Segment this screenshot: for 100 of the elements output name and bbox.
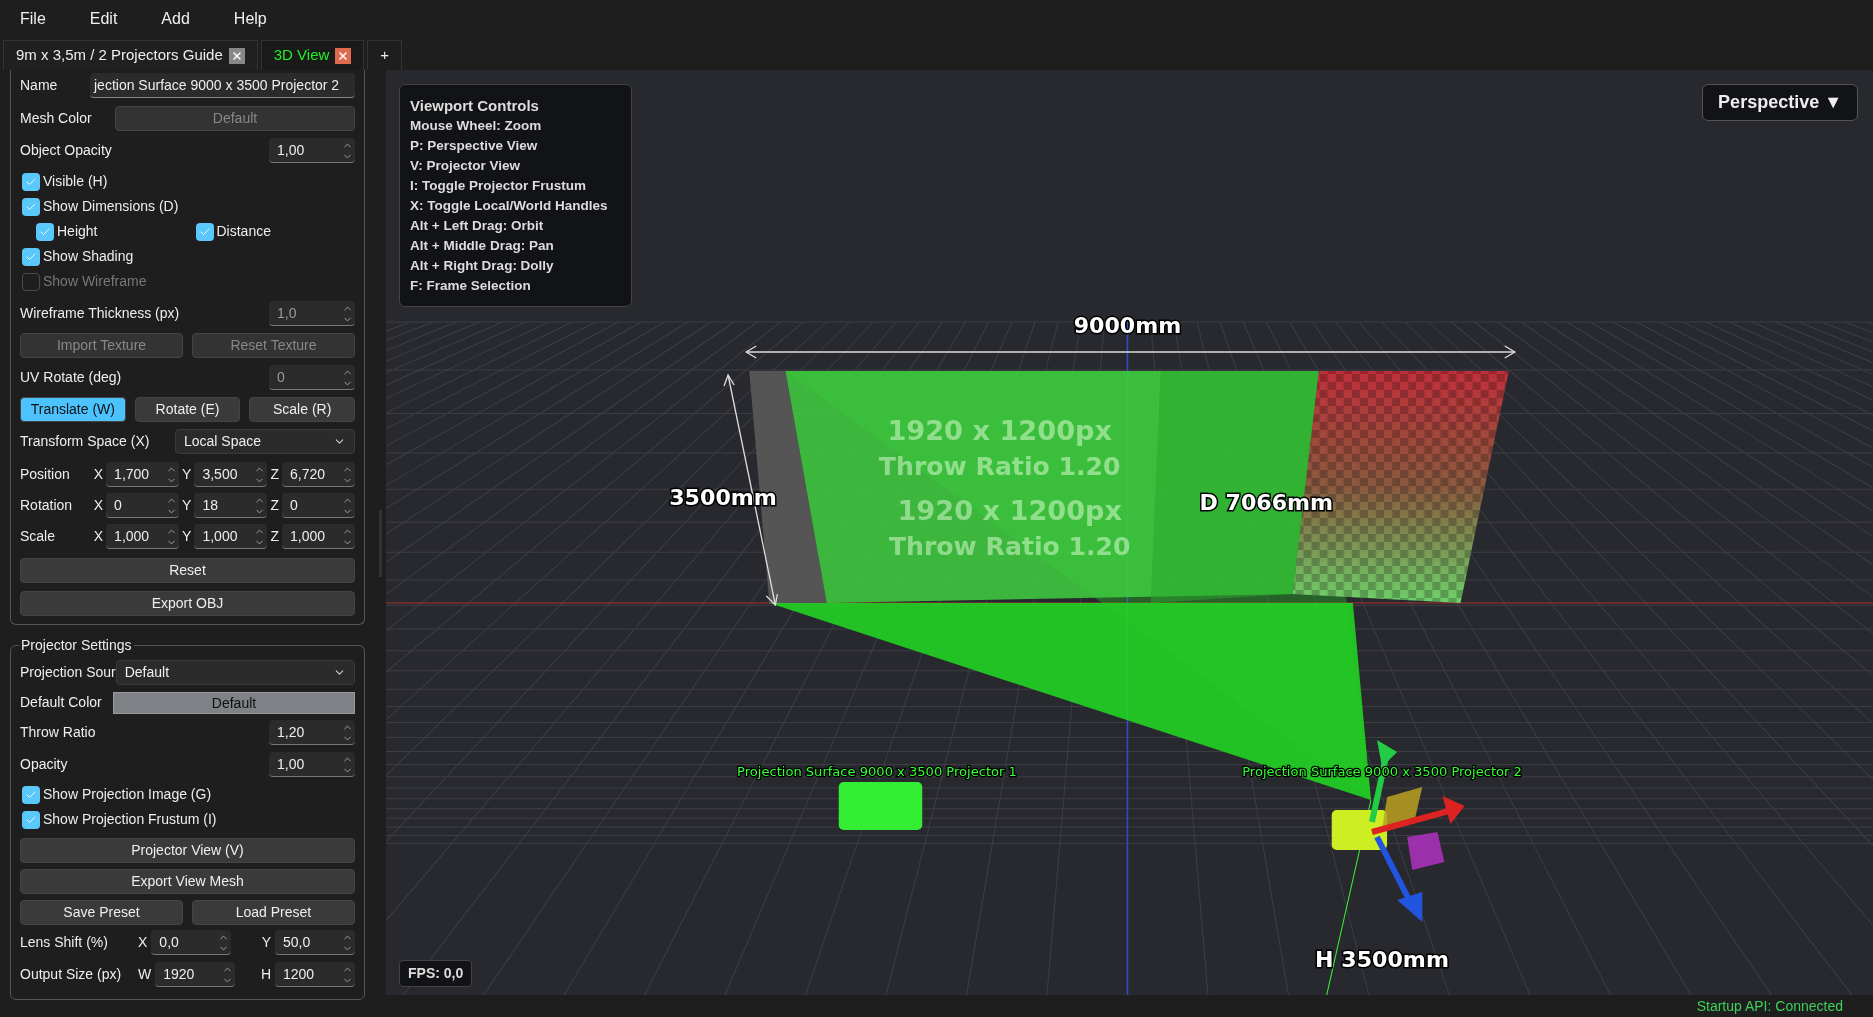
number-field[interactable]: 1,20 <box>269 720 355 745</box>
axis-label: Y <box>182 496 192 515</box>
button[interactable]: Translate (W) <box>20 397 126 422</box>
checkbox-label: Distance <box>216 222 271 241</box>
axis-label: H <box>260 965 271 984</box>
field-label: Projection Sour <box>20 663 116 682</box>
axis-label: Y <box>182 465 192 484</box>
close-icon[interactable] <box>228 47 245 64</box>
field-label: UV Rotate (deg) <box>20 368 122 387</box>
checkbox[interactable] <box>22 172 40 191</box>
shortcut-text: Alt + Right Drag: Dolly <box>410 257 555 275</box>
axis-label: X <box>138 933 148 952</box>
shortcut-text: F: Frame Selection <box>410 277 532 295</box>
checkbox-label: Show Shading <box>43 247 134 266</box>
field-label: Default Color <box>20 693 102 712</box>
number-field[interactable]: 0 <box>282 493 355 518</box>
field-label: Output Size (px) <box>20 965 123 984</box>
checkbox-label: Height <box>57 222 98 241</box>
menu-item[interactable]: Edit <box>89 7 118 31</box>
button[interactable]: Export View Mesh <box>20 869 355 894</box>
number-field[interactable]: 1,000 <box>194 524 268 549</box>
field-label: Transform Space (X) <box>20 432 150 451</box>
button[interactable]: Rotate (E) <box>134 397 241 422</box>
object-label: Projection Surface 9000 x 3500 Projector 1 <box>737 764 1017 779</box>
button[interactable]: Reset <box>20 558 355 583</box>
shortcut-text: X: Toggle Local/World Handles <box>410 197 609 215</box>
projection-overlay-text: 1920 x 1200px <box>887 415 1112 446</box>
projection-overlay-text: Throw Ratio 1.20 <box>888 532 1131 561</box>
field-label: Name <box>20 76 58 95</box>
button[interactable]: Projector View (V) <box>20 838 355 863</box>
checkbox[interactable] <box>22 810 40 829</box>
button[interactable]: Load Preset <box>192 900 355 925</box>
dropdown[interactable]: Default <box>115 660 355 685</box>
axis-label: Y <box>182 527 192 546</box>
button[interactable]: Save Preset <box>20 900 183 925</box>
menu-item[interactable]: File <box>20 7 46 31</box>
checkbox[interactable] <box>36 222 54 241</box>
tab[interactable]: 9m x 3,5m / 2 Projectors Guide <box>3 40 258 70</box>
projection-overlay-text: Throw Ratio 1.20 <box>878 452 1121 481</box>
checkbox[interactable] <box>195 222 214 241</box>
number-field[interactable]: 1,700 <box>106 462 180 487</box>
dropdown[interactable]: Local Space <box>175 429 355 454</box>
shortcut-text: Mouse Wheel: Zoom <box>410 117 543 135</box>
dimension-label: H 3500mm <box>1315 947 1449 972</box>
shortcut-text: V: Projector View <box>410 157 522 175</box>
panel-title: Viewport Controls <box>410 96 540 116</box>
name-field[interactable]: jection Surface 9000 x 3500 Projector 2 <box>90 73 355 98</box>
number-field[interactable]: 1,00 <box>269 138 355 163</box>
number-field[interactable]: 3,500 <box>194 462 268 487</box>
axis-label: Y <box>261 933 271 952</box>
menu-item[interactable]: Help <box>233 7 267 31</box>
fps-counter: FPS: 0,0 <box>399 960 473 987</box>
axis-label: X <box>93 496 104 515</box>
number-field[interactable]: 0,0 <box>151 930 232 955</box>
axis-label: Z <box>270 496 279 515</box>
tab[interactable]: 3D View <box>260 40 365 70</box>
shortcut-text: P: Perspective View <box>410 137 539 155</box>
axis-label: Z <box>270 465 279 484</box>
button[interactable]: Scale (R) <box>249 397 355 422</box>
field-label: Wireframe Thickness (px) <box>20 304 180 323</box>
field-label: Mesh Color <box>20 109 92 128</box>
checkbox-label: Show Wireframe <box>43 272 147 291</box>
checkbox-label: Visible (H) <box>43 172 108 191</box>
menu-item[interactable]: Add <box>161 7 190 31</box>
shortcut-text: I: Toggle Projector Frustum <box>410 177 587 195</box>
checkbox-label: Show Projection Image (G) <box>43 785 212 804</box>
field-label: Rotation <box>20 496 74 515</box>
shortcut-text: Alt + Middle Drag: Pan <box>410 237 555 255</box>
viewport[interactable] <box>386 70 1873 995</box>
field-label: Position <box>20 465 71 484</box>
view-mode-dropdown[interactable]: Perspective ▼ <box>1702 84 1858 121</box>
axis-label: X <box>93 527 104 546</box>
number-field[interactable]: 18 <box>194 493 268 518</box>
number-field[interactable]: 1920 <box>155 962 236 987</box>
close-icon[interactable] <box>335 47 352 64</box>
axis-label: X <box>93 465 104 484</box>
number-field[interactable]: 1,00 <box>269 752 355 777</box>
number-field[interactable]: 1,000 <box>106 524 180 549</box>
color-button[interactable]: Default <box>113 691 355 714</box>
checkbox-label: Show Dimensions (D) <box>43 197 179 216</box>
checkbox[interactable] <box>22 197 40 216</box>
checkbox-label: Show Projection Frustum (I) <box>43 810 217 829</box>
field-label: Object Opacity <box>20 141 112 160</box>
axis-label: W <box>138 965 152 984</box>
checkbox[interactable] <box>22 785 40 804</box>
status-text: Startup API: Connected <box>1696 996 1843 1016</box>
shortcut-text: Alt + Left Drag: Orbit <box>410 217 545 235</box>
number-field[interactable]: 50,0 <box>275 930 355 955</box>
field-label: Opacity <box>20 755 68 774</box>
axis-label: Z <box>270 527 279 546</box>
checkbox[interactable] <box>22 247 40 266</box>
field-label: Lens Shift (%) <box>20 933 109 952</box>
number-field[interactable]: 1200 <box>275 962 355 987</box>
dimension-label: D 7066mm <box>1199 490 1334 515</box>
field-label: Throw Ratio <box>20 723 96 742</box>
field-label: Scale <box>20 527 57 546</box>
number-field[interactable]: 6,720 <box>282 462 355 487</box>
number-field[interactable]: 0 <box>106 493 180 518</box>
button[interactable]: Export OBJ <box>20 591 355 616</box>
number-field[interactable]: 1,000 <box>282 524 355 549</box>
